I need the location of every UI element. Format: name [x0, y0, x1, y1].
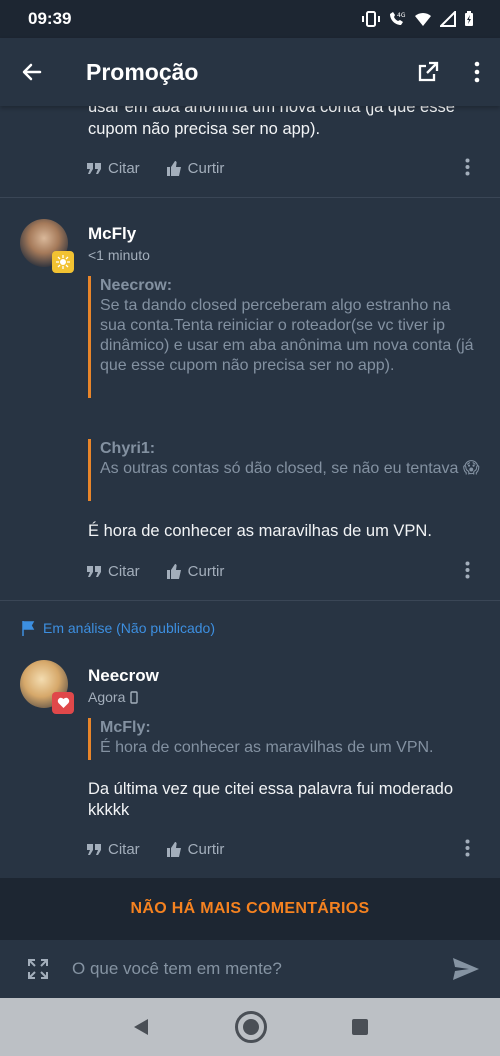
quote-button[interactable]: Citar — [86, 841, 140, 858]
more-vertical-icon[interactable] — [465, 839, 470, 857]
divider — [0, 600, 500, 601]
comment-composer[interactable]: O que você tem em mente? — [0, 940, 500, 998]
status-icons: 4G — [362, 11, 474, 27]
battery-icon — [465, 11, 473, 26]
quote-author: McFly: — [100, 719, 151, 736]
more-vertical-icon[interactable] — [465, 158, 470, 176]
quote-icon — [87, 843, 101, 855]
heart-icon — [57, 697, 69, 708]
comment-actions: Citar Curtir — [86, 156, 486, 180]
quote-icon — [87, 162, 101, 174]
quote-button[interactable]: Citar — [86, 160, 140, 177]
username[interactable]: McFly — [88, 224, 136, 244]
quote-block: McFly: É hora de conhecer as maravilhas … — [88, 718, 480, 760]
comment-time: <1 minuto — [88, 247, 150, 263]
open-external-icon[interactable] — [416, 60, 440, 84]
no-more-comments-banner: NÃO HÁ MAIS COMENTÁRIOS — [0, 878, 500, 940]
mobile-phone-icon — [130, 690, 139, 704]
comment-body: É hora de conhecer as maravilhas de um V… — [88, 522, 432, 540]
username[interactable]: Neecrow — [88, 666, 159, 686]
quote-text: As outras contas só dão closed, se não e… — [100, 460, 480, 477]
back-arrow-icon[interactable] — [20, 60, 44, 84]
signal-icon — [440, 11, 456, 27]
like-button[interactable]: Curtir — [166, 562, 225, 580]
like-label: Curtir — [187, 159, 225, 177]
avatar[interactable] — [20, 219, 74, 273]
like-label: Curtir — [187, 840, 225, 858]
quote-label: Citar — [108, 562, 140, 580]
quote-author: Neecrow: — [100, 277, 173, 294]
sun-icon — [56, 255, 70, 269]
system-nav-bar — [0, 998, 500, 1056]
nav-back-icon[interactable] — [131, 1017, 151, 1037]
comment-body: usar em aba anônima um nova conta (já qu… — [88, 106, 455, 138]
quote-button[interactable]: Citar — [86, 563, 140, 580]
avatar[interactable] — [20, 660, 74, 714]
thumbs-up-icon — [166, 160, 181, 176]
thumbs-up-icon — [166, 563, 181, 579]
page-title: Promoção — [86, 58, 199, 85]
time-label: Agora — [88, 689, 126, 705]
comment-time: Agora — [88, 689, 139, 705]
rank-badge — [52, 251, 74, 273]
quote-label: Citar — [108, 840, 140, 858]
comments-list[interactable]: usar em aba anônima um nova conta (já qu… — [0, 106, 500, 878]
flag-icon — [22, 620, 35, 636]
quote-label: Citar — [108, 159, 140, 177]
more-vertical-icon[interactable] — [474, 61, 480, 83]
like-button[interactable]: Curtir — [166, 159, 225, 177]
send-icon[interactable] — [452, 957, 480, 981]
status-bar: 09:39 4G — [0, 0, 500, 38]
wifi-icon — [415, 12, 431, 26]
like-label: Curtir — [187, 562, 225, 580]
quote-text: Se ta dando closed perceberam algo estra… — [100, 297, 474, 374]
quote-icon — [87, 565, 101, 577]
moderation-status: Em análise (Não publicado) — [22, 620, 215, 636]
time-label: <1 minuto — [88, 247, 150, 263]
expand-icon[interactable] — [26, 957, 50, 981]
more-vertical-icon[interactable] — [465, 561, 470, 579]
quote-text: É hora de conhecer as maravilhas de um V… — [100, 739, 434, 756]
vibrate-icon — [362, 11, 380, 27]
quote-author: Chyri1: — [100, 440, 156, 457]
rank-badge — [52, 692, 74, 714]
comment-body: Da última vez que citei essa palavra fui… — [88, 780, 454, 819]
divider — [0, 197, 500, 198]
quote-block: Chyri1: As outras contas só dão closed, … — [88, 439, 480, 501]
like-button[interactable]: Curtir — [166, 840, 225, 858]
comment-input[interactable]: O que você tem em mente? — [72, 959, 452, 979]
svg-text:4G: 4G — [397, 12, 406, 19]
nav-recents-icon[interactable] — [351, 1018, 369, 1036]
status-time: 09:39 — [28, 9, 72, 28]
moderation-label: Em análise (Não publicado) — [43, 620, 215, 636]
comment-actions: Citar Curtir — [86, 559, 486, 583]
call-4g-icon: 4G — [390, 12, 406, 25]
quote-block: Neecrow: Se ta dando closed perceberam a… — [88, 276, 480, 398]
app-bar: Promoção — [0, 38, 500, 106]
thumbs-up-icon — [166, 841, 181, 857]
comment-actions: Citar Curtir — [86, 837, 486, 861]
nav-home-icon[interactable] — [234, 1010, 268, 1044]
